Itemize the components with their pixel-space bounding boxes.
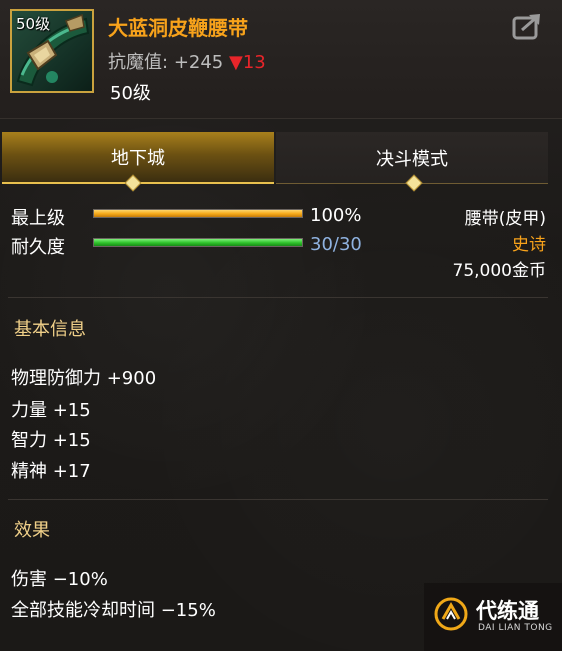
magic-resist-diff: ▼13	[229, 52, 266, 73]
attr-spirit: 精神 +17	[11, 461, 91, 482]
magic-resist-value: +245	[173, 52, 224, 73]
attr-intelligence: 智力 +15	[11, 430, 91, 451]
divider-2	[8, 499, 548, 500]
attr-physical-defense: 物理防御力 +900	[11, 368, 157, 389]
durability-value: 30/30	[310, 234, 362, 255]
effect-damage: 伤害 −10%	[11, 569, 108, 590]
divider-1	[8, 297, 548, 298]
watermark-subtitle: DAI LIAN TONG	[478, 623, 553, 633]
item-type: 腰带(皮甲)	[464, 209, 546, 229]
watermark: 代练通 DAI LIAN TONG	[424, 583, 562, 651]
tab-dungeon-label: 地下城	[111, 148, 165, 169]
magic-resist-label: 抗魔值:	[108, 52, 169, 73]
header-divider	[0, 118, 562, 119]
item-icon-level: 50级	[16, 15, 51, 33]
tab-duel-mode-label: 决斗模式	[376, 148, 448, 170]
top-level-label: 最上级	[11, 208, 65, 229]
tab-dungeon[interactable]: 地下城	[2, 132, 274, 184]
item-rarity: 史诗	[512, 235, 546, 255]
top-level-value: 100%	[310, 205, 362, 226]
durability-bar	[93, 238, 303, 247]
durability-bar-fill	[94, 239, 302, 246]
item-price: 75,000金币	[452, 261, 546, 281]
mode-tabs: 地下城 决斗模式	[0, 132, 548, 184]
effect-cooldown: 全部技能冷却时间 −15%	[11, 600, 216, 621]
basic-info-title: 基本信息	[14, 319, 86, 340]
item-name: 大蓝洞皮鞭腰带	[108, 16, 248, 40]
effects-title: 效果	[14, 520, 50, 541]
magic-resist-row: 抗魔值: +245 ▼13	[108, 48, 266, 74]
top-level-bar	[93, 209, 303, 218]
item-icon-belt[interactable]: 50级	[10, 9, 94, 93]
top-level-bar-fill	[94, 210, 302, 217]
watermark-title: 代练通	[476, 599, 539, 623]
attr-strength: 力量 +15	[11, 400, 91, 421]
share-button[interactable]	[512, 12, 544, 40]
item-header: 50级 大蓝洞皮鞭腰带 抗魔值: +245 ▼13 50级	[0, 0, 562, 118]
durability-label: 耐久度	[11, 237, 65, 258]
item-level: 50级	[110, 83, 151, 104]
watermark-logo-icon	[434, 597, 468, 631]
share-icon	[512, 14, 540, 40]
